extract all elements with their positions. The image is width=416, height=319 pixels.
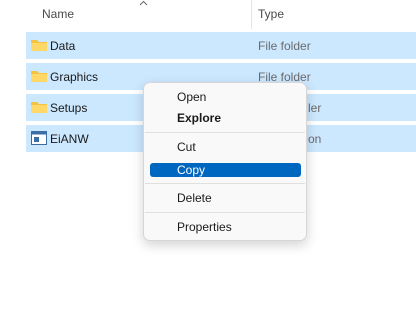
column-header-name[interactable]: Name xyxy=(42,7,74,21)
menu-item-delete[interactable]: Delete xyxy=(177,191,212,205)
file-type: on xyxy=(308,132,322,146)
column-divider[interactable] xyxy=(251,0,252,29)
file-type: File folder xyxy=(258,39,311,53)
file-row-data[interactable]: Data File folder xyxy=(26,32,416,59)
menu-item-explore[interactable]: Explore xyxy=(177,111,221,125)
menu-item-open[interactable]: Open xyxy=(177,90,206,104)
file-type: ler xyxy=(308,101,322,115)
file-name: Setups xyxy=(50,101,88,115)
folder-icon xyxy=(31,102,47,113)
column-header-bar: Name Type xyxy=(0,0,416,29)
menu-item-properties[interactable]: Properties xyxy=(177,220,232,234)
menu-separator xyxy=(145,183,305,184)
menu-item-copy[interactable]: Copy xyxy=(150,163,301,177)
menu-separator xyxy=(145,212,305,213)
menu-item-copy-label: Copy xyxy=(177,163,206,177)
folder-icon xyxy=(31,71,47,82)
application-icon xyxy=(31,131,47,145)
file-name: Data xyxy=(50,39,76,53)
file-name: EiANW xyxy=(50,132,89,146)
menu-item-cut[interactable]: Cut xyxy=(177,140,196,154)
column-header-type[interactable]: Type xyxy=(258,7,284,21)
context-menu: Open Explore Cut Copy Delete Properties xyxy=(143,82,307,241)
sort-ascending-icon xyxy=(139,0,148,6)
menu-separator xyxy=(145,132,305,133)
file-name: Graphics xyxy=(50,70,99,84)
folder-icon xyxy=(31,40,47,51)
